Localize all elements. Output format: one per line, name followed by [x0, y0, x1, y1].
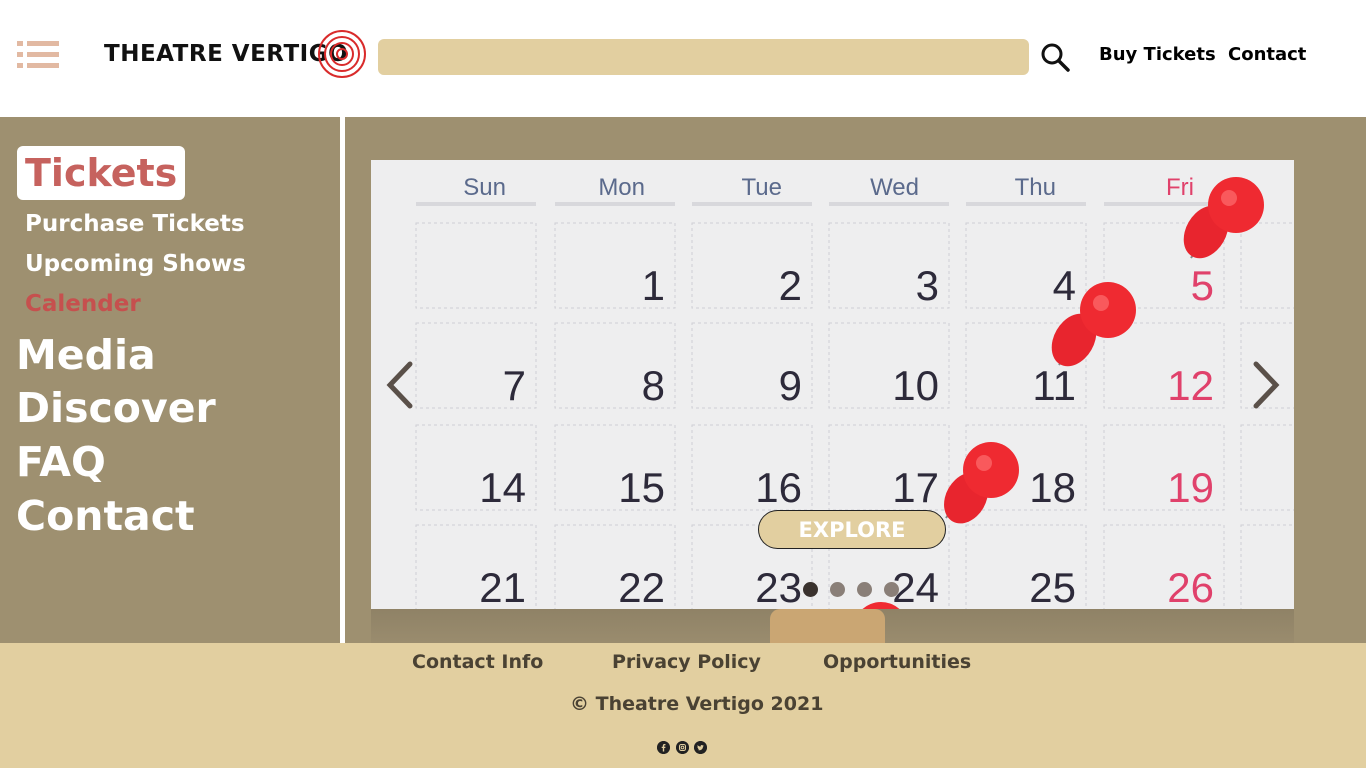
calendar-date-number: 3: [916, 262, 939, 309]
calendar-header-rule: [1104, 202, 1224, 206]
sidebar-item-faq[interactable]: FAQ: [16, 438, 106, 486]
search-icon[interactable]: [1040, 42, 1070, 72]
calendar-date-number: 5: [1191, 262, 1214, 309]
calendar-date-number: 14: [479, 464, 526, 511]
spiral-logo-icon: [318, 30, 367, 78]
calendar-date-number: 10: [892, 362, 939, 409]
calendar-date-number: 21: [479, 564, 526, 609]
calendar-date-number: 11: [1032, 362, 1076, 409]
slide-background-wood: [770, 609, 885, 643]
calendar-header-rule: [416, 202, 536, 206]
explore-button[interactable]: EXPLORE: [758, 510, 946, 549]
calendar-day-header: Thu: [1015, 174, 1056, 201]
calendar-date-number: 1: [642, 262, 665, 309]
carousel-next-arrow-icon[interactable]: [1250, 360, 1284, 410]
facebook-icon[interactable]: [657, 741, 670, 754]
footer-privacy-policy-link[interactable]: Privacy Policy: [612, 651, 761, 673]
calendar-date-number: 25: [1029, 564, 1076, 609]
site-header: THEATRE VERTIGO Buy Tickets Contact: [0, 0, 1366, 117]
calendar-day-header: Sun: [463, 174, 506, 201]
calendar-day-header: Fri: [1166, 174, 1194, 201]
sidebar-item-tickets[interactable]: Tickets: [17, 146, 186, 200]
calendar-date-number: 2: [779, 262, 802, 309]
calendar-date-number: 24: [892, 564, 939, 609]
calendar-date-number: 18: [1029, 464, 1076, 511]
calendar-cell: [1240, 424, 1294, 511]
calendar-date-number: 8: [642, 362, 665, 409]
sidebar-item-upcoming-shows[interactable]: Upcoming Shows: [25, 251, 246, 277]
carousel-prev-arrow-icon[interactable]: [382, 360, 416, 410]
calendar-cell: [415, 222, 537, 309]
calendar-header-rule: [692, 202, 812, 206]
calendar-cell: [1240, 222, 1294, 309]
calendar-date-number: 17: [892, 464, 939, 511]
sidebar-item-purchase-tickets[interactable]: Purchase Tickets: [25, 211, 245, 237]
contact-link[interactable]: Contact: [1228, 44, 1306, 65]
carousel-indicators: [803, 582, 899, 597]
footer-contact-info-link[interactable]: Contact Info: [412, 651, 543, 673]
theatre-vertigo-logo[interactable]: THEATRE VERTIGO: [104, 28, 368, 80]
calendar-date-number: 15: [618, 464, 665, 511]
calendar-day-header: Tue: [742, 174, 782, 201]
calendar-header-rule: [555, 202, 675, 206]
calendar-date-number: 22: [618, 564, 665, 609]
sidebar-item-calender[interactable]: Calender: [25, 291, 141, 317]
carousel-dot-3[interactable]: [857, 582, 872, 597]
hamburger-menu-icon[interactable]: [17, 40, 59, 70]
calendar-date-number: 23: [755, 564, 802, 609]
calendar-cell: [1240, 524, 1294, 609]
calendar-date-number: 12: [1167, 362, 1214, 409]
calendar-date-number: 16: [755, 464, 802, 511]
calendar-day-header: Mon: [598, 174, 645, 201]
pushpin-icon: [944, 442, 1019, 524]
search-input[interactable]: [378, 39, 1029, 75]
sidebar-item-contact[interactable]: Contact: [16, 492, 195, 540]
footer-opportunities-link[interactable]: Opportunities: [823, 651, 971, 673]
calendar-date-number: 4: [1053, 262, 1076, 309]
calendar-date-number: 26: [1167, 564, 1214, 609]
calendar-date-number: 9: [779, 362, 802, 409]
calendar-header-rule: [966, 202, 1086, 206]
instagram-icon[interactable]: [676, 741, 689, 754]
carousel-dot-2[interactable]: [830, 582, 845, 597]
twitter-icon[interactable]: [694, 741, 707, 754]
calendar-header-rule: [829, 202, 949, 206]
carousel-dot-4[interactable]: [884, 582, 899, 597]
sidebar-item-discover[interactable]: Discover: [16, 384, 216, 432]
logo-text: THEATRE VERTIGO: [104, 41, 349, 67]
calendar-date-number: 7: [503, 362, 526, 409]
sidebar-item-media[interactable]: Media: [16, 331, 156, 379]
buy-tickets-link[interactable]: Buy Tickets: [1099, 44, 1216, 65]
calendar-day-header: Wed: [870, 174, 919, 201]
carousel-dot-1[interactable]: [803, 582, 818, 597]
footer-copyright: © Theatre Vertigo 2021: [570, 693, 824, 715]
calendar-date-number: 19: [1167, 464, 1214, 511]
